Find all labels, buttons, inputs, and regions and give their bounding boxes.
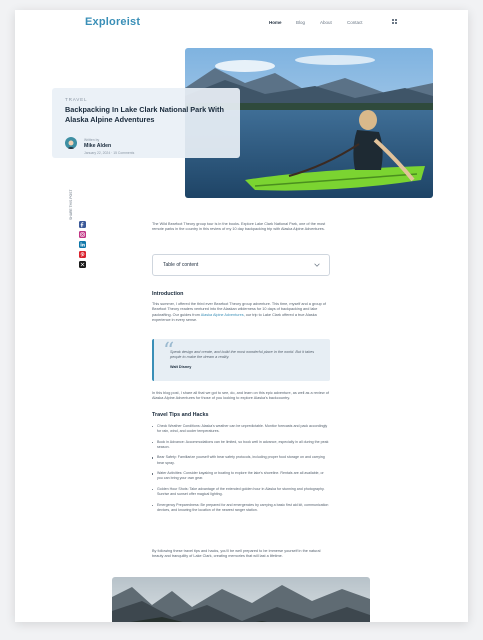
post-meta: January 22, 2024 · 15 Comments (84, 151, 135, 155)
x-icon[interactable] (79, 261, 86, 268)
nav-about[interactable]: About (320, 20, 332, 25)
linkedin-icon[interactable] (79, 241, 86, 248)
author-avatar (65, 137, 77, 149)
alaska-alpine-link[interactable]: Alaska Alpine Adventures (201, 313, 244, 317)
list-item: Check Weather Conditions: Alaska's weath… (152, 424, 330, 434)
share-label: SHARE THIS POST (69, 189, 73, 220)
toc-label: Table of content (163, 262, 199, 268)
author-name[interactable]: Mike Alden (84, 143, 111, 149)
nav-contact[interactable]: Contact (347, 20, 363, 25)
list-item: Water Activities: Consider kayaking or b… (152, 471, 330, 481)
introduction-paragraph: This summer, I offered the third ever Be… (152, 302, 330, 324)
post-title: Backpacking In Lake Clark National Park … (65, 105, 224, 124)
blog-page: Exploreist Home Blog About Contact TRAVE… (15, 10, 468, 622)
written-by-label: Written by (84, 138, 100, 142)
list-item: Bear Safety: Familiarize yourself with b… (152, 455, 330, 465)
mountain-image (112, 577, 370, 622)
quote-author: Walt Disney (170, 365, 192, 369)
site-logo[interactable]: Exploreist (85, 16, 140, 28)
introduction-heading: Introduction (152, 291, 184, 297)
nav-blog[interactable]: Blog (296, 20, 305, 25)
post-category[interactable]: TRAVEL (65, 97, 87, 102)
closing-paragraph: By following these travel tips and hacks… (152, 549, 321, 559)
table-of-content-dropdown[interactable]: Table of content (152, 254, 330, 276)
list-item: Golden Hour Shots: Take advantage of the… (152, 487, 330, 497)
instagram-icon[interactable] (79, 231, 86, 238)
list-item: Emergency Preparedness: Be prepared for … (152, 503, 330, 513)
grid-icon[interactable] (392, 19, 397, 24)
quote-text: Speak design and create, and build the m… (170, 350, 315, 360)
blockquote: “ Speak design and create, and build the… (152, 339, 330, 381)
chevron-down-icon (314, 263, 320, 267)
intro-paragraph: The Wild Bearfoot Theory group tour is i… (152, 222, 326, 232)
travel-tips-section: Travel Tips and Hacks Check Weather Cond… (152, 412, 330, 518)
list-item: Book in Advance: Accommodations can be l… (152, 440, 330, 450)
tips-list: Check Weather Conditions: Alaska's weath… (152, 424, 330, 513)
post-quote-paragraph: In this blog post, I share all that we g… (152, 391, 329, 401)
facebook-icon[interactable] (79, 221, 86, 228)
nav-home[interactable]: Home (269, 20, 282, 25)
pinterest-icon[interactable] (79, 251, 86, 258)
tips-heading: Travel Tips and Hacks (152, 412, 209, 418)
hero-card: TRAVEL Backpacking In Lake Clark Nationa… (52, 88, 240, 158)
